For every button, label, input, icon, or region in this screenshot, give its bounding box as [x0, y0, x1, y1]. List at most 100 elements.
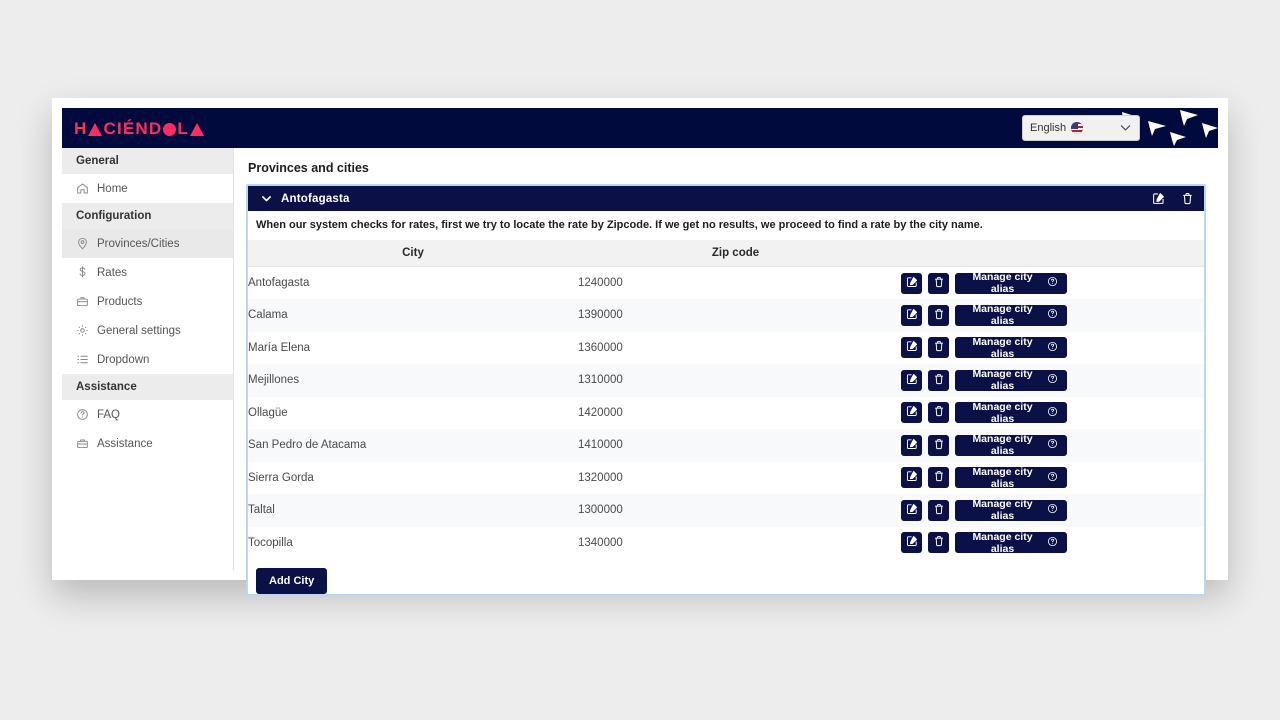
row-edit-button[interactable]	[901, 467, 922, 489]
accordion-actions	[1152, 192, 1194, 205]
question-circle-icon	[1047, 276, 1058, 290]
manage-city-alias-label: Manage city alias	[972, 530, 1033, 555]
cell-actions: Manage city alias	[893, 527, 1204, 560]
row-delete-button[interactable]	[928, 304, 949, 326]
sidebar-item-products[interactable]: Products	[62, 287, 233, 316]
sidebar-item-rates[interactable]: Rates	[62, 258, 233, 287]
row-edit-button[interactable]	[901, 402, 922, 424]
row-delete-button[interactable]	[928, 402, 949, 424]
row-edit-button[interactable]	[901, 272, 922, 294]
cell-actions: Manage city alias	[893, 429, 1204, 462]
trash-icon	[933, 276, 945, 291]
row-delete-button[interactable]	[928, 272, 949, 294]
row-edit-button[interactable]	[901, 532, 922, 554]
manage-city-alias-button[interactable]: Manage city alias	[955, 466, 1067, 490]
manage-city-alias-button[interactable]: Manage city alias	[955, 530, 1067, 555]
sidebar-item-provinces-cities[interactable]: Provinces/Cities	[62, 229, 233, 258]
row-delete-button[interactable]	[928, 369, 949, 391]
logo-triangle-a2	[189, 122, 204, 136]
sidebar-item-label: Rates	[97, 266, 128, 279]
cities-table-body: Antofagasta 1240000 Manage city alias Calam…	[248, 266, 1204, 560]
sidebar-item-label: General settings	[97, 324, 181, 337]
sidebar-item-label: FAQ	[97, 408, 121, 421]
manage-city-alias-button[interactable]: Manage city alias	[955, 401, 1067, 425]
sidebar-item-general-settings[interactable]: General settings	[62, 316, 233, 345]
sidebar-item-faq[interactable]: FAQ	[62, 400, 233, 429]
sidebar-item-label: Products	[97, 295, 143, 308]
manage-city-alias-button[interactable]: Manage city alias	[955, 433, 1067, 457]
table-row: Tocopilla 1340000 Manage city alias	[248, 526, 1204, 560]
accordion-title: Antofagasta	[281, 192, 350, 205]
edit-square-icon	[906, 405, 918, 420]
row-edit-button[interactable]	[901, 369, 922, 391]
sidebar-item-home[interactable]: Home	[62, 174, 233, 203]
cell-zip: 1340000	[578, 536, 623, 549]
manage-city-alias-label: Manage city alias	[972, 498, 1033, 523]
question-circle-icon	[76, 408, 89, 421]
manage-city-alias-button[interactable]: Manage city alias	[955, 271, 1067, 295]
cell-city: Antofagasta	[248, 277, 310, 289]
top-bar: H CIÉND L English	[62, 108, 1218, 148]
edit-square-icon	[906, 308, 918, 323]
cell-city: Taltal	[248, 504, 275, 517]
logo-circle-o	[163, 122, 177, 136]
main-content: Provinces and cities Antofagasta When ou…	[234, 148, 1218, 596]
page-title: Provinces and cities	[248, 161, 369, 175]
row-delete-button[interactable]	[928, 434, 949, 456]
top-bar-right: English	[1022, 115, 1218, 141]
edit-square-icon[interactable]	[1152, 192, 1165, 205]
table-row: Mejillones 1310000 Manage city alias	[248, 364, 1204, 397]
add-city-button[interactable]: Add City	[256, 568, 328, 594]
sidebar-item-dropdown[interactable]: Dropdown	[62, 345, 233, 374]
rates-note: When our system checks for rates, first …	[256, 219, 983, 231]
list-icon	[76, 353, 89, 366]
manage-city-alias-button[interactable]: Manage city alias	[955, 335, 1067, 360]
manage-city-alias-button[interactable]: Manage city alias	[955, 368, 1067, 393]
cell-actions: Manage city alias	[893, 267, 1204, 300]
body-split: General Home Configuration Provinces/Cit…	[62, 148, 1218, 596]
column-header-city: City	[248, 240, 578, 267]
sidebar-item-assistance[interactable]: Assistance	[62, 429, 233, 458]
table-row: María Elena 1360000 Manage city alias	[248, 331, 1204, 365]
row-delete-button[interactable]	[928, 467, 949, 489]
question-circle-icon	[1047, 536, 1058, 550]
question-circle-icon	[1047, 471, 1058, 485]
cell-city: San Pedro de Atacama	[248, 439, 367, 452]
cell-actions: Manage city alias	[893, 462, 1204, 495]
trash-icon	[933, 438, 945, 453]
trash-icon[interactable]	[1181, 192, 1194, 205]
table-row: Sierra Gorda 1320000 Manage city alias	[248, 461, 1204, 495]
manage-city-alias-button[interactable]: Manage city alias	[955, 303, 1067, 327]
row-delete-button[interactable]	[928, 337, 949, 359]
trash-icon	[933, 405, 945, 420]
row-edit-button[interactable]	[901, 304, 922, 326]
manage-city-alias-label: Manage city alias	[972, 368, 1033, 393]
toolbox-icon	[76, 437, 89, 450]
row-edit-button[interactable]	[901, 499, 922, 521]
cities-table-header-row: City Zip code	[248, 240, 1204, 267]
edit-square-icon	[906, 340, 918, 355]
row-edit-button[interactable]	[901, 434, 922, 456]
question-circle-icon	[1047, 373, 1058, 387]
table-row: Antofagasta 1240000 Manage city alias	[248, 266, 1204, 300]
cell-actions: Manage city alias	[893, 332, 1204, 365]
logo-letter-l: L	[177, 118, 189, 138]
row-delete-button[interactable]	[928, 532, 949, 554]
cell-zip: 1310000	[578, 374, 623, 387]
question-circle-icon	[1047, 503, 1058, 517]
accordion-header-antofagasta[interactable]: Antofagasta	[248, 186, 1204, 211]
cell-zip: 1420000	[578, 406, 623, 419]
row-delete-button[interactable]	[928, 499, 949, 521]
edit-square-icon	[906, 503, 918, 518]
accordion-panel: When our system checks for rates, first …	[248, 211, 1204, 594]
sidebar-item-label: Provinces/Cities	[97, 237, 180, 250]
home-icon	[76, 182, 89, 195]
cell-actions: Manage city alias	[893, 494, 1204, 527]
chevron-down-icon	[260, 192, 273, 205]
language-select[interactable]: English	[1022, 115, 1140, 141]
manage-city-alias-button[interactable]: Manage city alias	[955, 498, 1067, 523]
row-edit-button[interactable]	[901, 337, 922, 359]
manage-city-alias-label: Manage city alias	[972, 335, 1033, 360]
cell-zip: 1300000	[578, 504, 623, 517]
chevron-down-icon	[1119, 121, 1132, 136]
